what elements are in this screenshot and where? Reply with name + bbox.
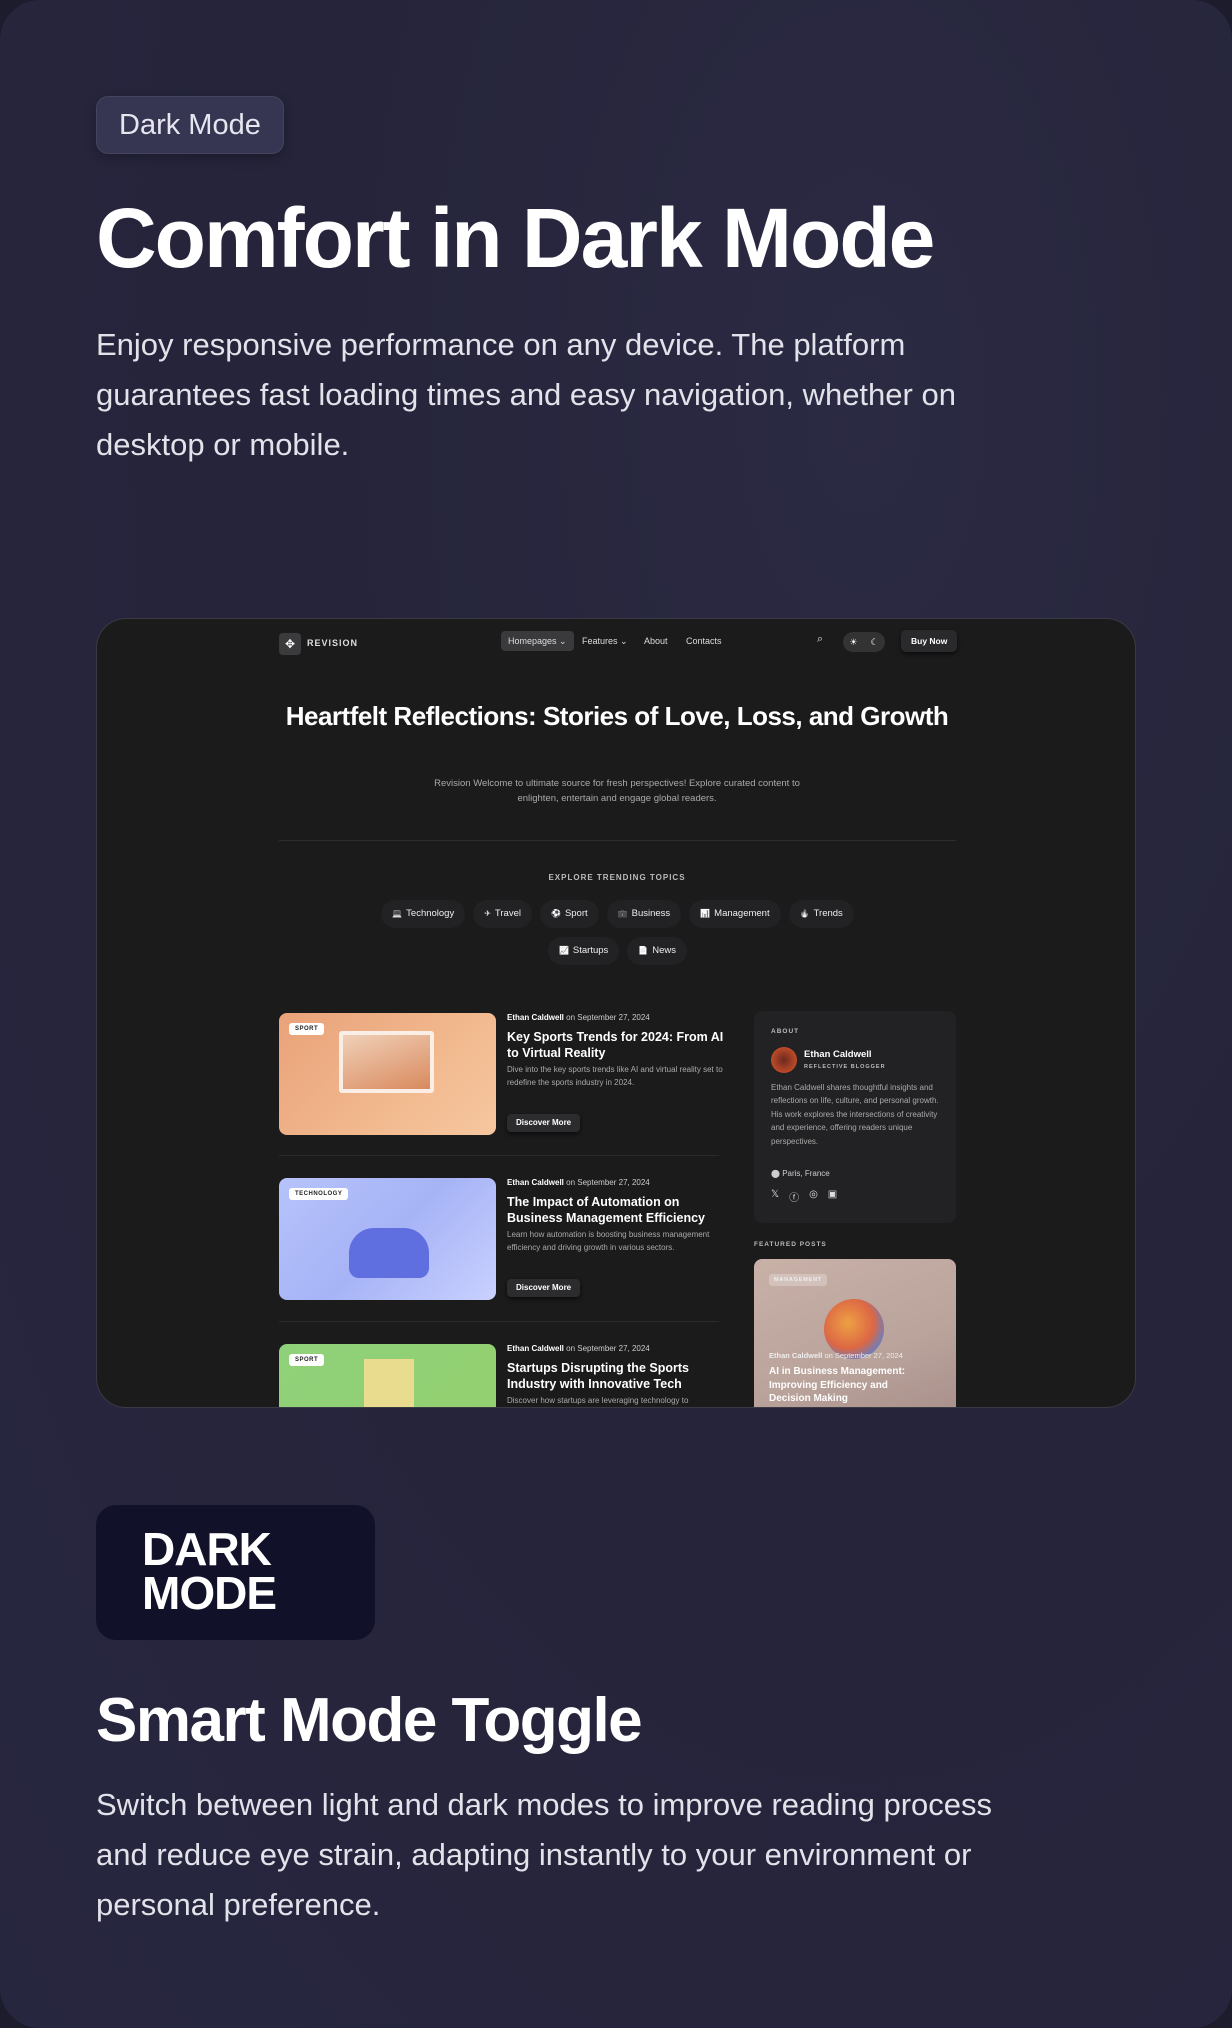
laptop-icon: 💻 — [392, 909, 403, 918]
chart-icon: 📊 — [700, 909, 711, 918]
toggle-section-title: Smart Mode Toggle — [96, 1686, 643, 1755]
post-title[interactable]: Key Sports Trends for 2024: From AI to V… — [507, 1029, 727, 1061]
instagram-icon[interactable]: ◎ — [809, 1189, 818, 1204]
topic-label: Startups — [572, 945, 609, 956]
logo-line-2: MODE — [142, 1567, 277, 1619]
moon-icon: ☾ — [870, 636, 879, 647]
topic-label: Management — [714, 908, 770, 919]
sun-icon: ☀ — [849, 636, 858, 647]
dark-mode-preview: ✥ REVISION Homepages ⌄ Features ⌄ About … — [96, 618, 1136, 1408]
post-tag: SPORT — [289, 1354, 325, 1366]
theme-toggle[interactable]: ☀ ☾ — [843, 632, 885, 652]
divider — [279, 840, 956, 841]
section-badge: Dark Mode — [96, 96, 284, 154]
topic-trends[interactable]: 🔥 Trends — [788, 900, 854, 928]
author-name[interactable]: Ethan Caldwell — [804, 1049, 872, 1060]
discover-more-button[interactable]: Discover More — [507, 1114, 581, 1132]
nav-about[interactable]: About — [637, 631, 675, 651]
linkedin-icon[interactable]: ▣ — [828, 1189, 837, 1204]
plane-icon: ✈ — [484, 909, 491, 918]
post-meta: Ethan Caldwell on September 27, 2024 — [507, 1344, 650, 1353]
nav-features[interactable]: Features ⌄ — [575, 631, 635, 651]
preview-title: Heartfelt Reflections: Stories of Love, … — [285, 701, 949, 731]
featured-post-card[interactable]: MANAGEMENT Ethan Caldwell on September 2… — [754, 1259, 956, 1407]
topic-label: News — [652, 945, 677, 956]
topic-sport[interactable]: ⚽ Sport — [539, 900, 599, 928]
topic-management[interactable]: 📊 Management — [689, 900, 781, 928]
hero-description: Enjoy responsive performance on any devi… — [96, 327, 956, 462]
ball-icon: ⚽ — [550, 909, 561, 918]
post-image[interactable]: TECHNOLOGY — [279, 1178, 496, 1300]
topic-technology[interactable]: 💻 Technology — [381, 900, 466, 928]
topic-row: 💻 Technology ✈ Travel ⚽ Sport 💼 Business 📊 Manage… — [279, 900, 956, 928]
preview-subtitle: Revision Welcome to ultimate source for … — [434, 778, 800, 804]
avatar[interactable] — [771, 1047, 797, 1073]
post-tag: MANAGEMENT — [769, 1274, 828, 1286]
briefcase-icon: 💼 — [617, 909, 628, 918]
post-description: Learn how automation is boosting busines… — [507, 1230, 710, 1252]
topic-label: Sport — [564, 908, 588, 919]
post-tag: TECHNOLOGY — [289, 1188, 349, 1200]
post-description: Discover how startups are leveraging tec… — [507, 1396, 689, 1405]
topic-news[interactable]: 📄 News — [627, 937, 688, 965]
post-tag: SPORT — [289, 1023, 325, 1035]
location-pin-icon: ⬤ — [771, 1169, 780, 1178]
topic-label: Trends — [813, 908, 843, 919]
about-card: ABOUT Ethan Caldwell REFLECTIVE BLOGGER … — [754, 1011, 956, 1223]
featured-posts-label: FEATURED POSTS — [754, 1241, 827, 1248]
post-meta: Ethan Caldwell on September 27, 2024 — [507, 1013, 650, 1022]
topic-row: 📈 Startups 📄 News — [279, 937, 956, 965]
explore-label: EXPLORE TRENDING TOPICS — [548, 873, 686, 882]
search-icon[interactable]: ⌕ — [817, 633, 823, 646]
post-image[interactable]: SPORT — [279, 1344, 496, 1407]
post-description: Dive into the key sports trends like AI … — [507, 1065, 723, 1087]
presentation-icon: 📈 — [558, 946, 569, 955]
post-title[interactable]: The Impact of Automation on Business Man… — [507, 1194, 737, 1226]
x-icon[interactable]: 𝕏 — [771, 1189, 779, 1204]
facebook-icon[interactable]: ⓕ — [789, 1189, 799, 1204]
topic-startups[interactable]: 📈 Startups — [547, 937, 620, 965]
buy-now-button[interactable]: Buy Now — [901, 630, 958, 652]
hero-title: Comfort in Dark Mode — [96, 191, 935, 285]
author-role: REFLECTIVE BLOGGER — [804, 1064, 886, 1070]
post-image[interactable]: SPORT — [279, 1013, 496, 1135]
fire-icon: 🔥 — [799, 909, 810, 918]
nav-homepages[interactable]: Homepages ⌄ — [501, 631, 574, 651]
dark-mode-logo: DARK MODE — [96, 1505, 375, 1640]
logo-line-1: DARK — [142, 1523, 272, 1575]
topic-label: Technology — [406, 908, 455, 919]
divider — [279, 1155, 719, 1156]
author-location: Paris, France — [782, 1169, 830, 1178]
topic-label: Business — [631, 908, 671, 919]
topic-label: Travel — [494, 908, 521, 919]
page: Dark Mode Comfort in Dark Mode Enjoy res… — [0, 0, 1232, 2028]
brand-name[interactable]: REVISION — [307, 638, 358, 648]
about-label: ABOUT — [771, 1028, 800, 1035]
discover-more-button[interactable]: Discover More — [507, 1279, 581, 1297]
nav-contacts[interactable]: Contacts — [679, 631, 729, 651]
divider — [279, 1321, 719, 1322]
featured-post-title[interactable]: AI in Business Management: Improving Eff… — [769, 1365, 929, 1406]
topic-travel[interactable]: ✈ Travel — [473, 900, 532, 928]
document-icon: 📄 — [638, 946, 649, 955]
toggle-section-description: Switch between light and dark modes to i… — [96, 1787, 993, 1922]
post-title[interactable]: Startups Disrupting the Sports Industry … — [507, 1360, 727, 1392]
post-meta: Ethan Caldwell on September 27, 2024 — [507, 1178, 650, 1187]
topic-business[interactable]: 💼 Business — [606, 900, 682, 928]
author-bio: Ethan Caldwell shares thoughtful insight… — [771, 1083, 939, 1146]
logo-icon[interactable]: ✥ — [279, 633, 301, 655]
